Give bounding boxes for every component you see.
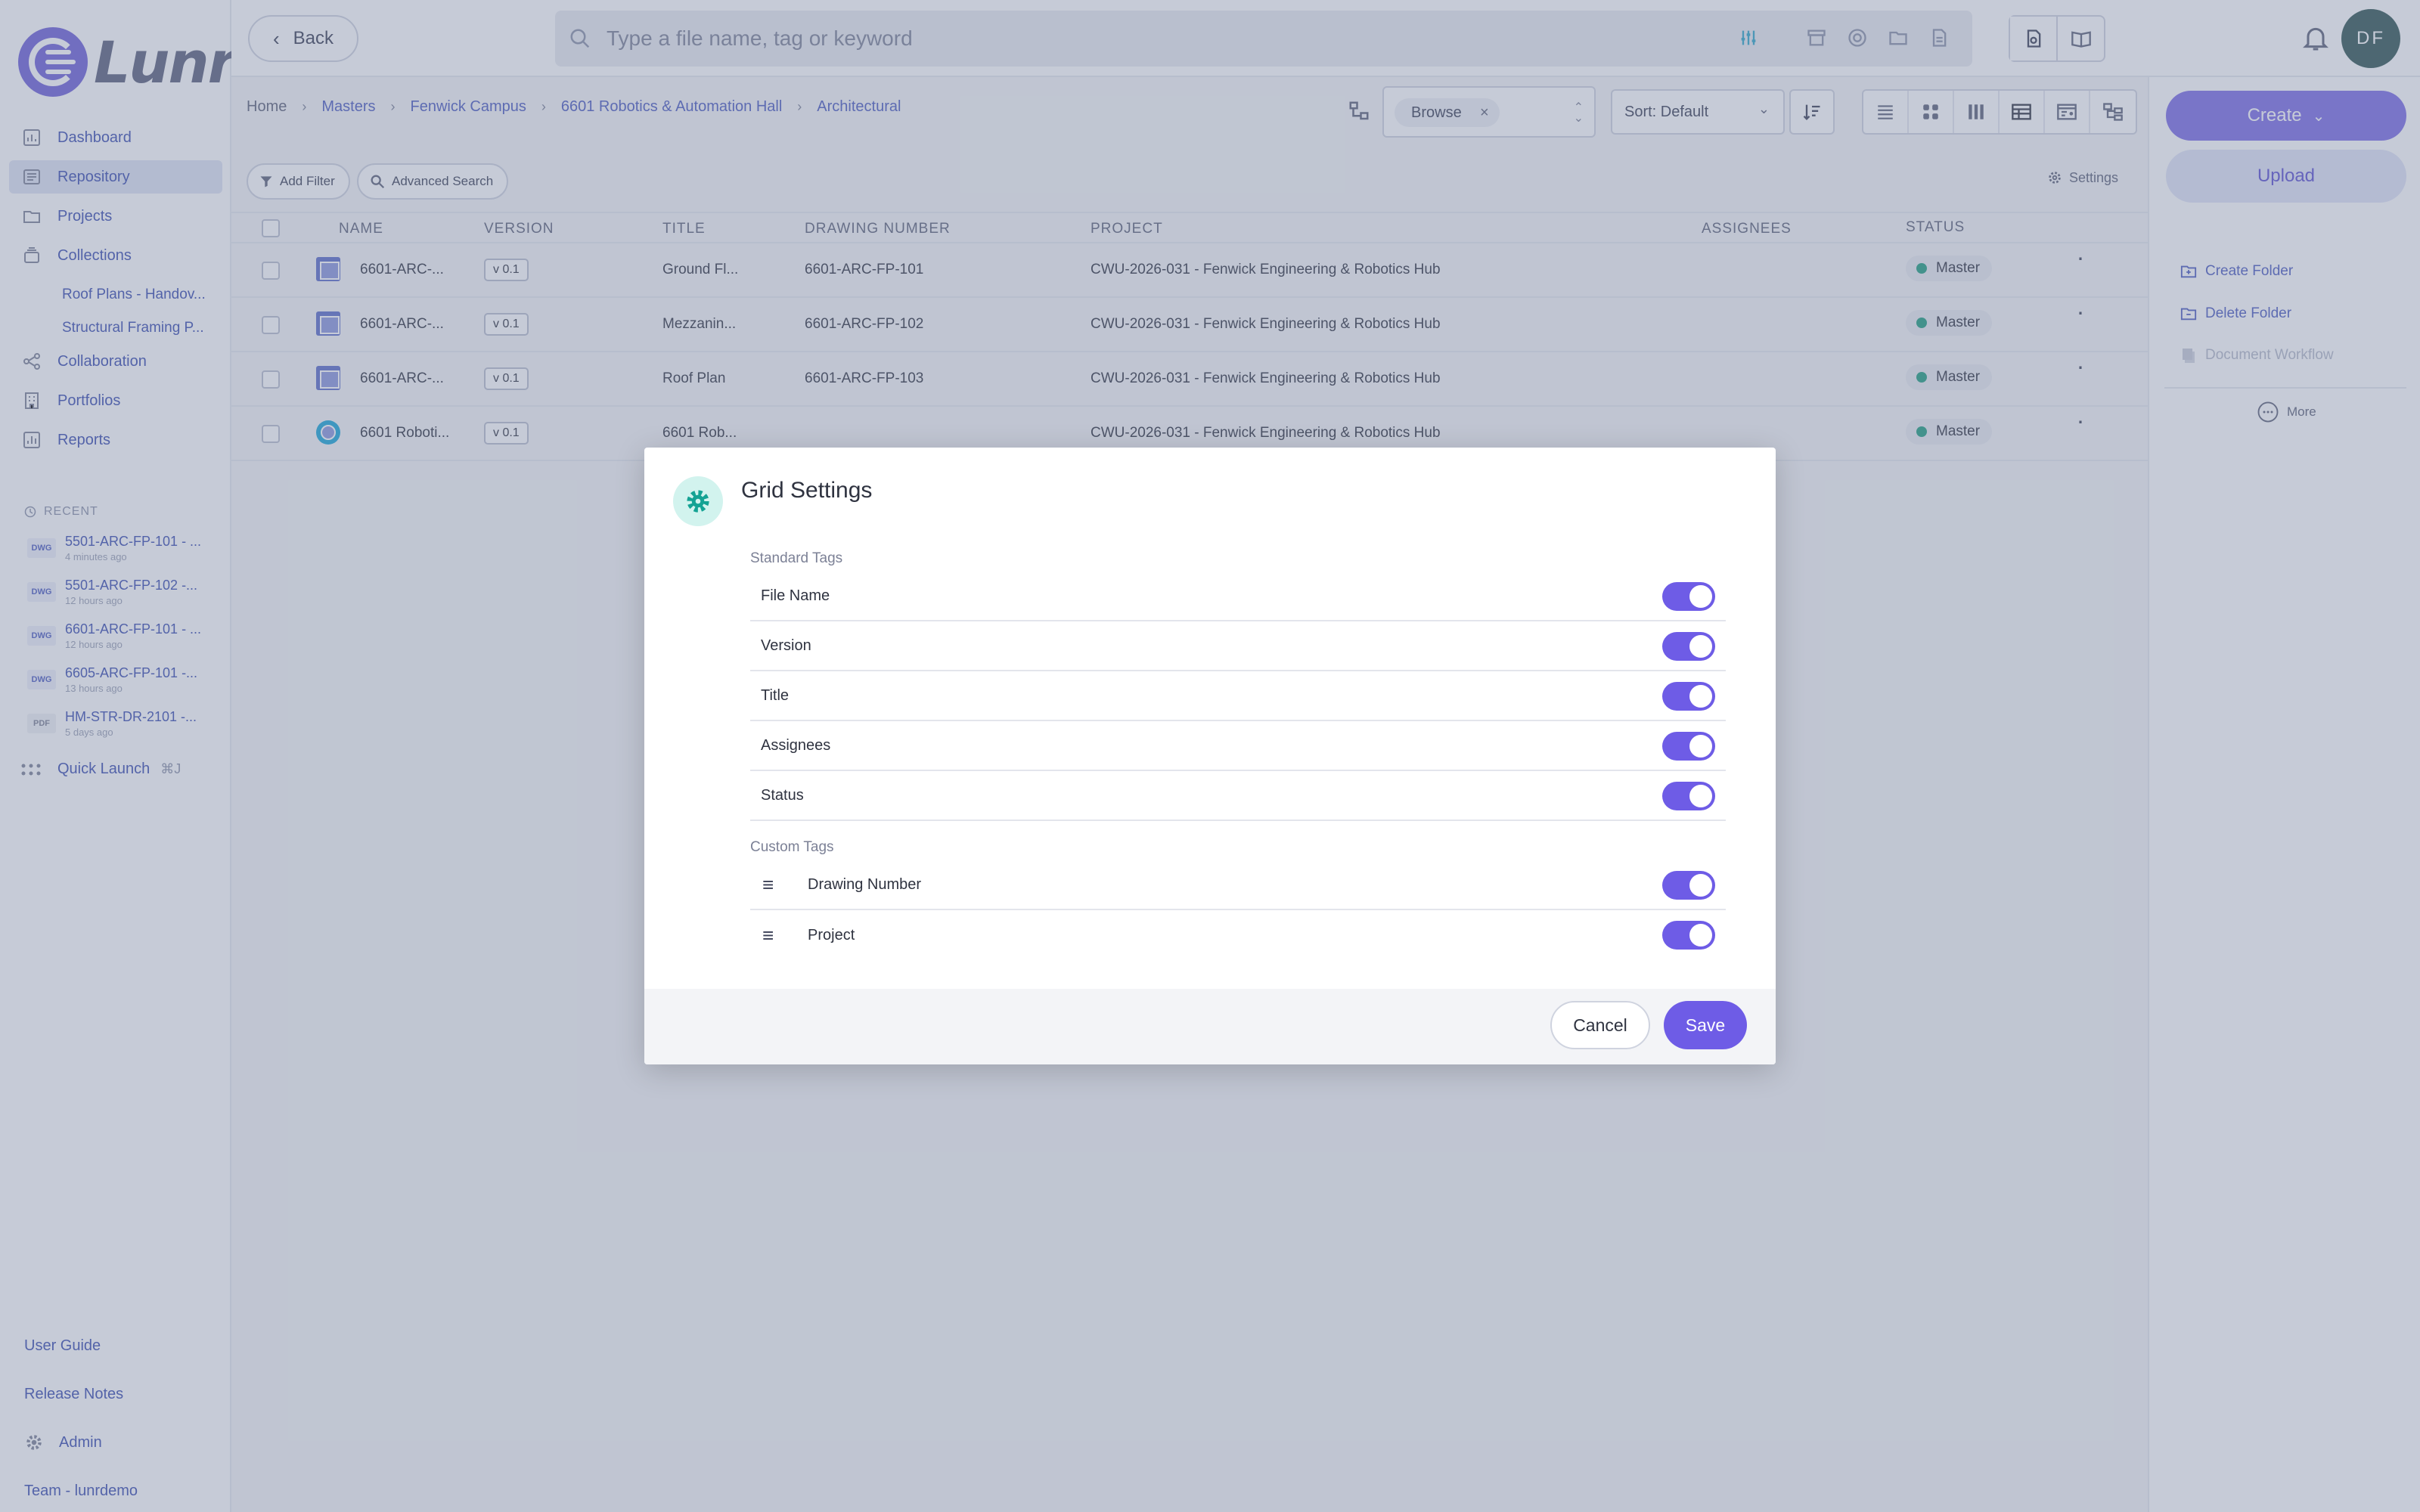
drag-handle-icon[interactable]: ≡ [762, 924, 797, 947]
tag-label: Status [761, 786, 804, 804]
version-toggle[interactable] [1662, 632, 1715, 661]
gear-icon [673, 476, 723, 526]
dialog-title: Grid Settings [741, 478, 873, 503]
drawing-number-toggle[interactable] [1662, 871, 1715, 900]
tag-row: Status [750, 771, 1726, 821]
drag-handle-icon[interactable]: ≡ [762, 873, 797, 897]
tag-row: Assignees [750, 721, 1726, 771]
tag-label: Version [761, 637, 811, 654]
tag-row: ≡ Drawing Number [750, 860, 1726, 910]
project-toggle[interactable] [1662, 921, 1715, 950]
title-toggle[interactable] [1662, 682, 1715, 711]
custom-tags-heading: Custom Tags [750, 839, 834, 855]
tag-label: File Name [761, 587, 830, 604]
tag-label: Assignees [761, 736, 831, 754]
cancel-button[interactable]: Cancel [1550, 1001, 1650, 1049]
tag-row: File Name [750, 572, 1726, 621]
tag-label: Title [761, 686, 790, 704]
tag-row: Title [750, 671, 1726, 721]
dialog-footer: Cancel Save [644, 989, 1776, 1064]
status-toggle[interactable] [1662, 782, 1715, 810]
tag-row: ≡ Project [750, 910, 1726, 960]
assignees-toggle[interactable] [1662, 732, 1715, 761]
save-button[interactable]: Save [1664, 1001, 1747, 1049]
standard-tags-heading: Standard Tags [750, 550, 843, 566]
grid-settings-dialog: Grid Settings Standard Tags File Name Ve… [644, 448, 1776, 1064]
tag-label: Project [808, 926, 855, 943]
tag-row: Version [750, 621, 1726, 671]
file-name-toggle[interactable] [1662, 582, 1715, 611]
tag-label: Drawing Number [808, 875, 922, 893]
